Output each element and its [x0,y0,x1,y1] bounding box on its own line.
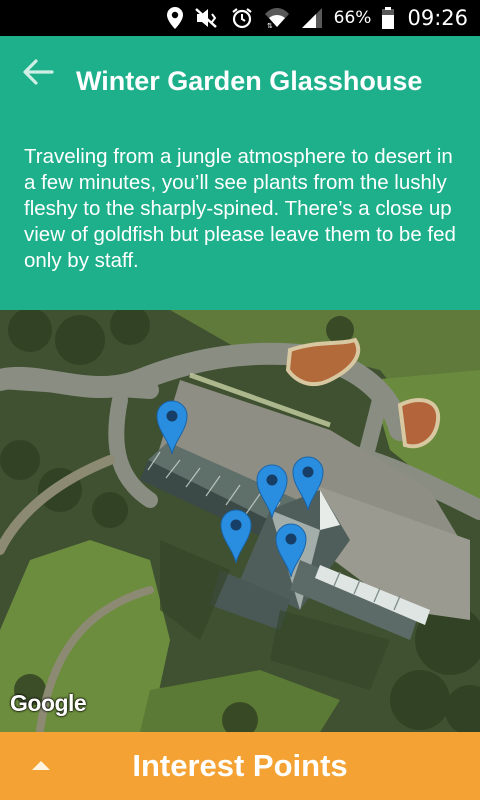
location-icon [166,6,184,30]
arrow-left-icon [22,58,54,91]
page-title: Winter Garden Glasshouse [76,66,423,96]
map-marker[interactable] [274,521,308,579]
alarm-icon [230,6,254,30]
place-header: Winter Garden Glasshouse Traveling from … [0,36,480,310]
interest-points-bar[interactable]: Interest Points [0,732,480,800]
battery-icon [381,6,395,30]
satellite-map[interactable]: Google [0,310,480,732]
clock: 09:26 [407,6,468,30]
signal-icon [300,7,324,29]
battery-percent: 66% [333,8,372,28]
google-attribution: Google [10,690,87,716]
wifi-icon: ⇅ [264,7,290,29]
map-marker[interactable] [219,507,253,565]
svg-text:⇅: ⇅ [267,22,273,29]
map-marker[interactable] [291,454,325,512]
place-description: Traveling from a jungle atmosphere to de… [24,145,456,272]
back-button[interactable] [18,54,58,94]
status-bar: ⇅ 66% 09:26 [0,0,480,36]
map-marker[interactable] [255,462,289,520]
map-marker[interactable] [155,398,189,456]
vibrate-mute-icon [194,6,220,30]
interest-points-label: Interest Points [132,748,348,783]
